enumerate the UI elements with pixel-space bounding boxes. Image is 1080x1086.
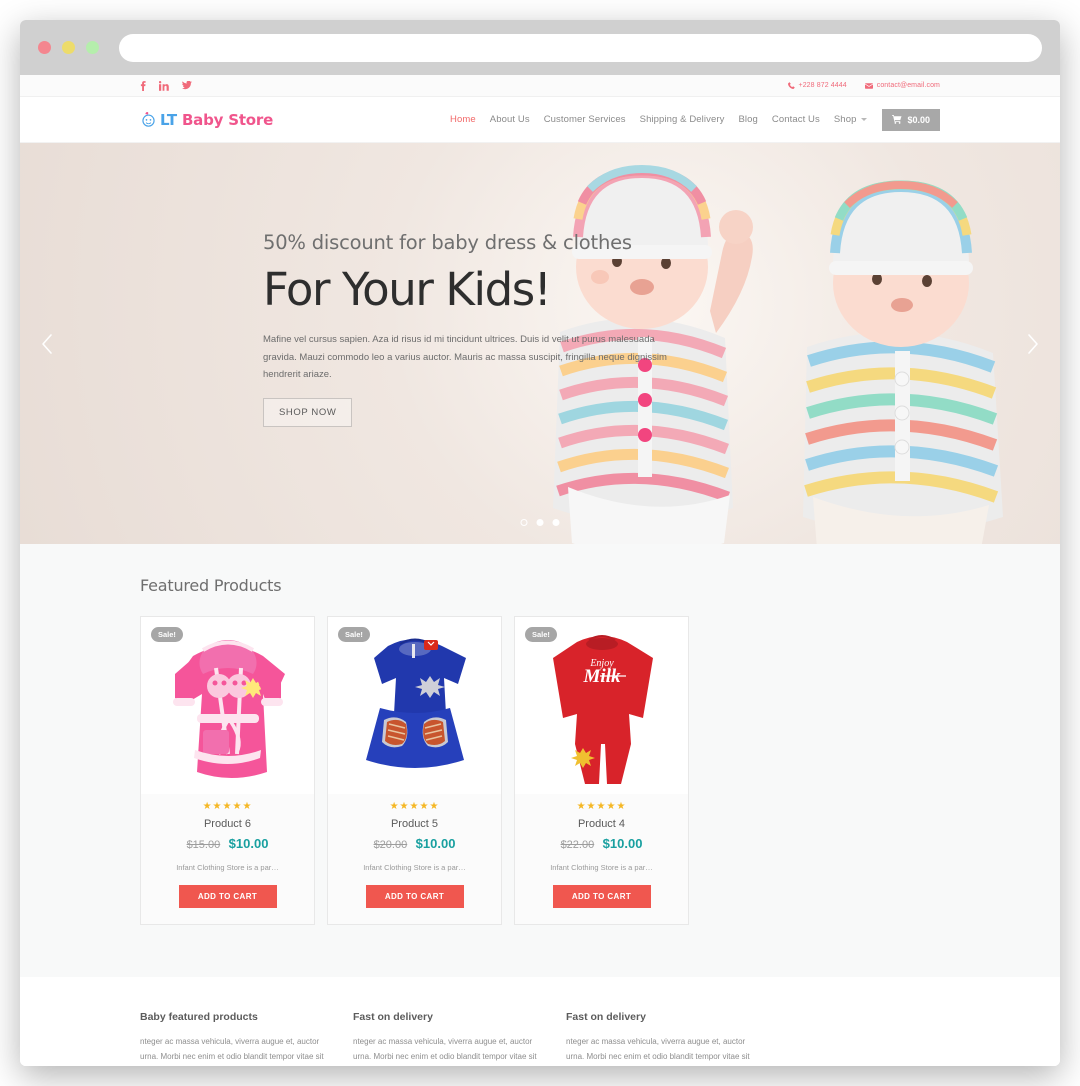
chevron-right-icon — [1026, 333, 1040, 355]
twitter-icon[interactable] — [182, 81, 192, 90]
facebook-icon[interactable] — [140, 80, 146, 91]
linkedin-icon[interactable] — [159, 80, 169, 91]
original-price: $20.00 — [373, 839, 408, 851]
rating-stars: ★★★★★ — [202, 801, 253, 812]
utility-topbar: +228 872 4444 contact@email.com — [20, 75, 1060, 97]
close-window-button[interactable] — [38, 41, 51, 54]
product-card[interactable]: Sale! Enjoy Milk ★★★★★ Product 4 $22.00 … — [514, 616, 689, 925]
contact-info: +228 872 4444 contact@email.com — [787, 82, 941, 89]
slider-dot-1[interactable] — [520, 519, 528, 526]
product-image[interactable] — [141, 617, 314, 794]
product-description: Infant Clothing Store is a par… — [176, 863, 279, 872]
add-to-cart-button[interactable]: ADD TO CART — [365, 885, 464, 908]
hero-slider: 50% discount for baby dress & clothes Fo… — [20, 143, 1060, 544]
red-romper-image: Enjoy Milk — [552, 634, 653, 784]
product-card[interactable]: Sale! — [140, 616, 315, 925]
section-title: Featured Products — [140, 576, 282, 595]
maximize-window-button[interactable] — [86, 41, 99, 54]
browser-chrome — [20, 20, 1060, 75]
footer-column: Fast on delivery nteger ac massa vehicul… — [566, 1011, 751, 1066]
page-viewport: +228 872 4444 contact@email.com LT Baby … — [20, 75, 1060, 1066]
nav-item-home[interactable]: Home — [443, 114, 483, 125]
logo-text-name: Baby Store — [176, 110, 274, 129]
footer-column-title: Baby featured products — [140, 1011, 258, 1023]
product-price: $22.00 $10.00 — [515, 835, 688, 853]
product-description: Infant Clothing Store is a par… — [550, 863, 653, 872]
product-name: Product 5 — [390, 818, 439, 830]
blue-dress-image — [365, 638, 466, 768]
footer-column-text: nteger ac massa vehicula, viverra augue … — [566, 1037, 750, 1061]
original-price: $15.00 — [186, 839, 221, 851]
chevron-left-icon — [40, 333, 54, 355]
baby-face-icon — [140, 111, 157, 128]
nav-item-shipping-delivery[interactable]: Shipping & Delivery — [633, 114, 732, 125]
slider-next-button[interactable] — [1018, 329, 1048, 359]
sale-price: $10.00 — [602, 836, 643, 851]
nav-item-contact-us[interactable]: Contact Us — [765, 114, 827, 125]
sale-price: $10.00 — [415, 836, 456, 851]
footer-column-title: Fast on delivery — [566, 1011, 646, 1023]
rating-stars: ★★★★★ — [389, 801, 440, 812]
product-name: Product 4 — [577, 818, 626, 830]
address-bar[interactable] — [119, 33, 1042, 62]
minimize-window-button[interactable] — [62, 41, 75, 54]
phone-icon — [787, 82, 795, 89]
featured-products-section: Featured Products Sale! ★★★★★ Product 6 … — [20, 544, 1060, 977]
footer-column-title: Fast on delivery — [353, 1011, 433, 1023]
nav-item-blog[interactable]: Blog — [731, 114, 764, 125]
envelope-icon — [864, 82, 873, 89]
main-navigation: Home About Us Customer Services Shipping… — [443, 108, 940, 131]
original-price: $22.00 — [560, 839, 595, 851]
product-price: $15.00 $10.00 — [141, 835, 314, 853]
slider-prev-button[interactable] — [32, 329, 62, 359]
sale-badge: Sale! — [338, 627, 370, 642]
hero-content: 50% discount for baby dress & clothes Fo… — [263, 231, 693, 427]
shopping-cart-icon — [892, 115, 902, 124]
sale-price: $10.00 — [228, 836, 269, 851]
cart-total: $0.00 — [907, 114, 930, 125]
phone-text: +228 872 4444 — [798, 82, 847, 89]
site-header: LT Baby Store Home About Us Customer Ser… — [20, 97, 1060, 143]
footer-column: Fast on delivery nteger ac massa vehicul… — [353, 1011, 538, 1066]
browser-window: +228 872 4444 contact@email.com LT Baby … — [20, 20, 1060, 1066]
hero-description: Mafine vel cursus sapien. Aza id risus i… — [263, 334, 667, 381]
site-footer: Baby featured products nteger ac massa v… — [20, 977, 1060, 1066]
logo-text-lt: LT — [160, 110, 177, 129]
email-address[interactable]: contact@email.com — [864, 82, 940, 89]
site-logo[interactable]: LT Baby Store — [140, 111, 273, 129]
nav-item-shop[interactable]: Shop — [827, 114, 875, 125]
slider-pagination — [520, 519, 560, 526]
product-description: Infant Clothing Store is a par… — [363, 863, 466, 872]
window-controls — [38, 41, 99, 54]
slider-dot-2[interactable] — [536, 519, 544, 526]
nav-item-about-us[interactable]: About Us — [483, 114, 537, 125]
sale-badge: Sale! — [525, 627, 557, 642]
footer-column-text: nteger ac massa vehicula, viverra augue … — [140, 1037, 324, 1061]
product-card[interactable]: Sale! — [327, 616, 502, 925]
add-to-cart-button[interactable]: ADD TO CART — [178, 885, 277, 908]
hero-subtitle: 50% discount for baby dress & clothes — [263, 231, 632, 254]
hero-baby-right-image — [803, 180, 1003, 544]
product-name: Product 6 — [203, 818, 252, 830]
footer-column-text: nteger ac massa vehicula, viverra augue … — [353, 1037, 537, 1061]
slider-dot-3[interactable] — [552, 519, 560, 526]
product-price: $20.00 $10.00 — [328, 835, 501, 853]
rating-stars: ★★★★★ — [576, 801, 627, 812]
add-to-cart-button[interactable]: ADD TO CART — [552, 885, 651, 908]
email-text: contact@email.com — [876, 82, 940, 89]
shop-now-button[interactable]: SHOP NOW — [263, 397, 353, 427]
footer-column: Baby featured products nteger ac massa v… — [140, 1011, 325, 1066]
social-links — [140, 80, 192, 91]
cart-button[interactable]: $0.00 — [882, 108, 940, 131]
nav-item-customer-services[interactable]: Customer Services — [537, 114, 633, 125]
product-image[interactable]: Enjoy Milk — [515, 617, 688, 794]
hero-title: For Your Kids! — [263, 263, 552, 316]
product-grid: Sale! ★★★★★ Product 6 $15.00 $10.00 Infa… — [140, 616, 940, 925]
product-image[interactable] — [328, 617, 501, 794]
phone-number[interactable]: +228 872 4444 — [787, 82, 847, 89]
sale-badge: Sale! — [151, 627, 183, 642]
pink-robe-image — [172, 639, 285, 778]
